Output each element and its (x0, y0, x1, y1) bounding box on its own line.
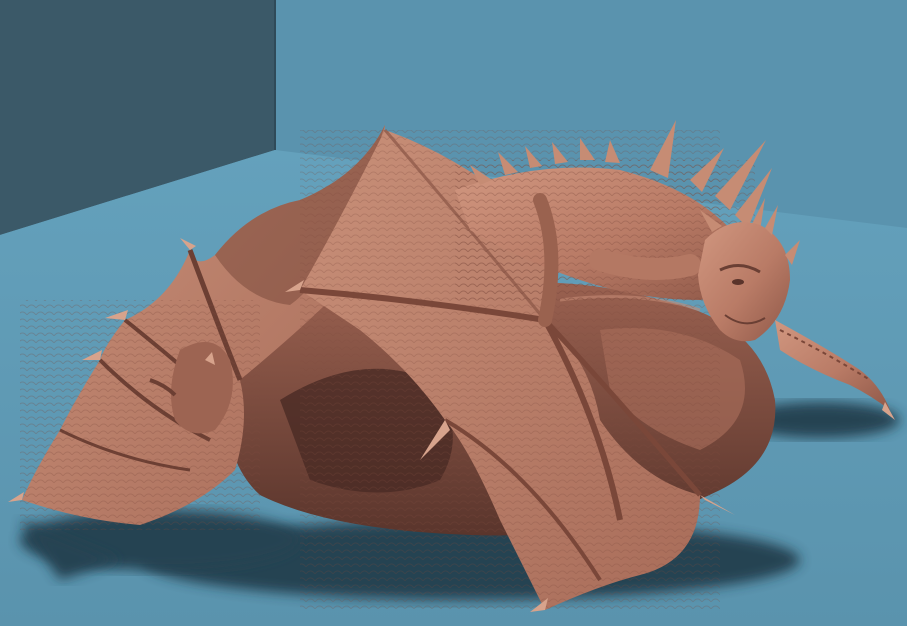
eye (732, 279, 744, 285)
sculpt-render (0, 0, 907, 626)
viewport (0, 0, 907, 626)
